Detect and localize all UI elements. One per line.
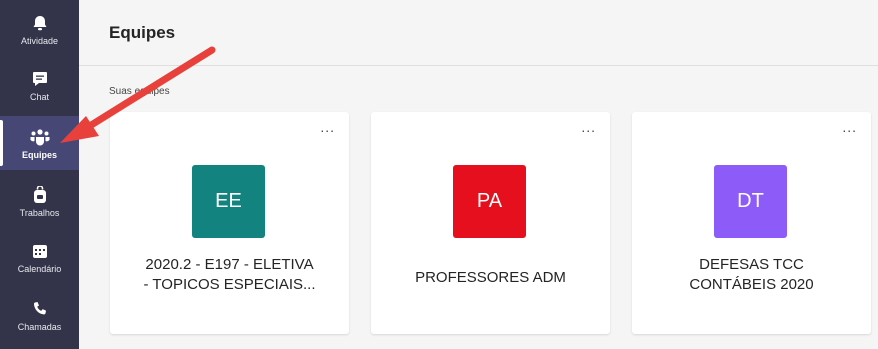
app-rail: Atividade Chat Equipes Trabalhos Calendá… — [0, 0, 79, 349]
rail-label: Calendário — [17, 264, 62, 274]
rail-item-atividade[interactable]: Atividade — [0, 2, 79, 56]
team-card[interactable]: ... DT DEFESAS TCC CONTÁBEIS 2020 — [632, 112, 871, 334]
page-title: Equipes — [109, 23, 176, 42]
team-name-line: PROFESSORES ADM — [415, 269, 566, 286]
rail-label: Atividade — [20, 36, 59, 46]
rail-item-chat[interactable]: Chat — [0, 58, 79, 112]
more-options-icon[interactable]: ... — [581, 120, 596, 134]
phone-icon — [29, 298, 51, 320]
rail-label: Chat — [29, 92, 49, 102]
team-name: DEFESAS TCC CONTÁBEIS 2020 — [644, 255, 859, 295]
backpack-icon — [29, 184, 51, 206]
more-options-icon[interactable]: ... — [320, 120, 335, 134]
teams-icon — [29, 126, 51, 148]
rail-label: Chamadas — [17, 322, 62, 332]
rail-label: Equipes — [21, 150, 57, 160]
team-name-line: DEFESAS TCC — [699, 256, 804, 273]
rail-item-calendario[interactable]: Calendário — [0, 230, 79, 284]
team-avatar: PA — [453, 165, 526, 238]
team-name-line: - TOPICOS ESPECIAIS... — [143, 276, 316, 293]
rail-item-trabalhos[interactable]: Trabalhos — [0, 174, 79, 228]
teams-main: Equipes Suas equipes ... EE 2020.2 - E19… — [79, 0, 878, 349]
rail-label: Trabalhos — [19, 208, 60, 218]
team-card[interactable]: ... PA PROFESSORES ADM — [371, 112, 610, 334]
team-avatar: EE — [192, 165, 265, 238]
bell-icon — [29, 12, 51, 34]
team-card[interactable]: ... EE 2020.2 - E197 - ELETIVA - TOPICOS… — [110, 112, 349, 334]
section-label: Suas equipes — [109, 86, 170, 97]
page-header: Equipes — [79, 0, 878, 66]
team-name: 2020.2 - E197 - ELETIVA - TOPICOS ESPECI… — [122, 255, 337, 295]
rail-item-equipes[interactable]: Equipes — [0, 116, 79, 170]
calendar-icon — [29, 240, 51, 262]
team-name-line: CONTÁBEIS 2020 — [689, 276, 814, 293]
chat-icon — [29, 68, 51, 90]
more-options-icon[interactable]: ... — [842, 120, 857, 134]
rail-item-chamadas[interactable]: Chamadas — [0, 288, 79, 342]
team-name-line: 2020.2 - E197 - ELETIVA — [145, 256, 314, 273]
team-name: PROFESSORES ADM — [383, 268, 598, 288]
team-avatar: DT — [714, 165, 787, 238]
